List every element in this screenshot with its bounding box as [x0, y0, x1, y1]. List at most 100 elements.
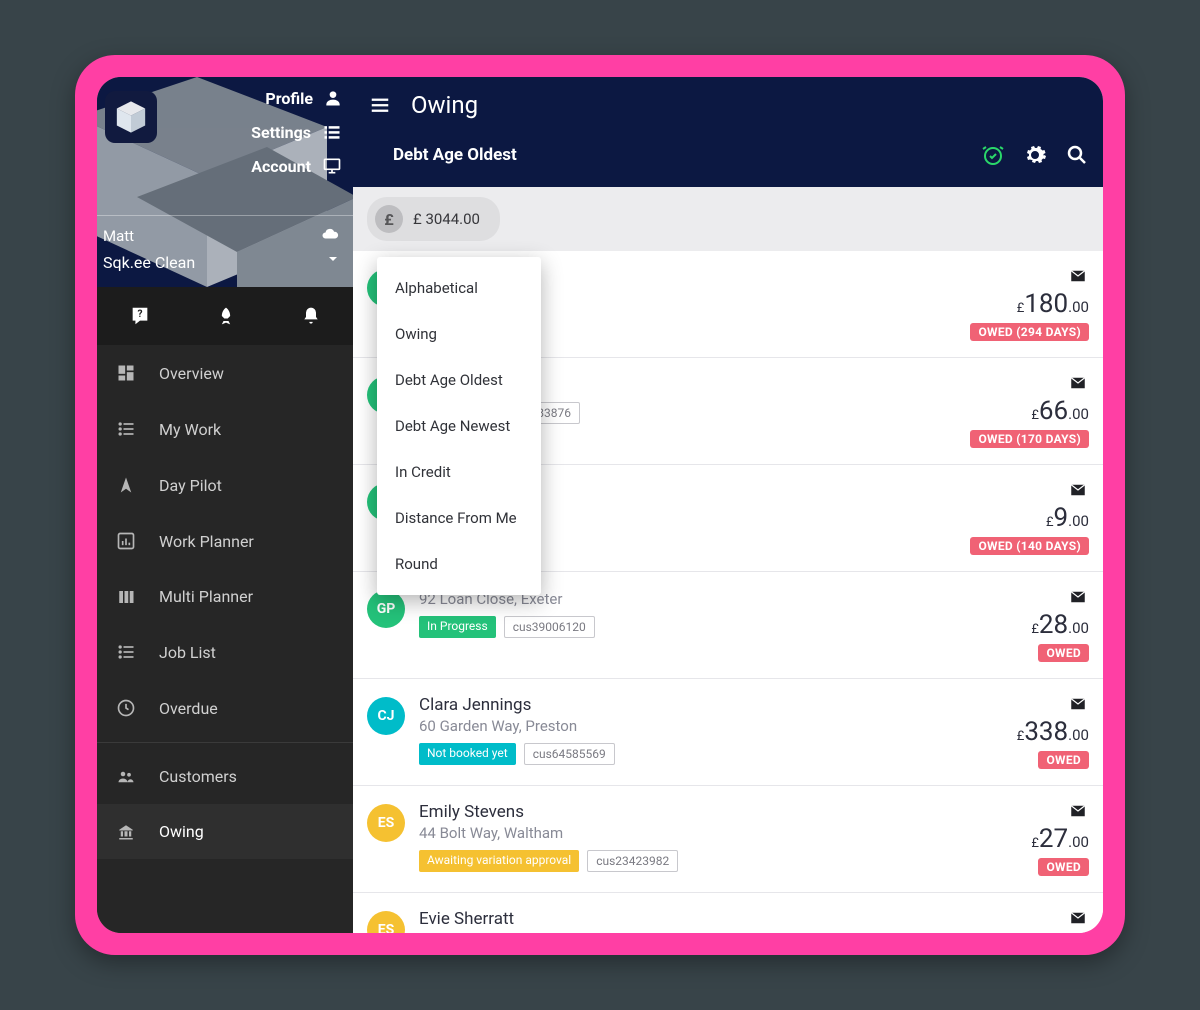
owed-badge: OWED (294 DAYS): [970, 323, 1089, 341]
nav-label: My Work: [159, 420, 221, 439]
sort-option[interactable]: Debt Age Newest: [377, 403, 541, 449]
mail-icon[interactable]: [1067, 909, 1089, 927]
row-main: Emily Stevens44 Bolt Way, WalthamAwaitin…: [419, 802, 935, 872]
customer-row[interactable]: ES Emily Stevens44 Bolt Way, WalthamAwait…: [353, 786, 1103, 893]
search-icon[interactable]: [1065, 143, 1089, 167]
customer-id-tag: cus39006120: [504, 616, 595, 638]
avatar: ES: [367, 804, 405, 842]
help-icon[interactable]: ?: [129, 305, 151, 327]
status-tag: Not booked yet: [419, 743, 516, 765]
alarm-check-icon[interactable]: [981, 143, 1005, 167]
total-amount: £ 3044.00: [413, 210, 480, 228]
customer-id-tag: cus23423982: [587, 850, 678, 872]
nav-label: Work Planner: [159, 532, 254, 551]
mail-icon[interactable]: [1067, 267, 1089, 285]
amount: £28.00: [1031, 610, 1089, 640]
avatar: ES: [367, 911, 405, 933]
customer-address: 93 Chip Square, Luton: [419, 931, 935, 933]
rocket-icon[interactable]: [216, 305, 236, 327]
row-right: £180.00 OWED (294 DAYS): [949, 267, 1089, 341]
topbar: Owing Debt Age Oldest: [353, 77, 1103, 187]
row-right: £9.00 OWED (140 DAYS): [949, 481, 1089, 555]
nav-work-planner[interactable]: Work Planner: [97, 513, 353, 569]
customer-id-tag: cus64585569: [524, 743, 615, 765]
profile-link[interactable]: Profile: [251, 81, 343, 115]
org-name: Sqk.ee Clean: [103, 253, 195, 272]
customer-row[interactable]: ESEvie Sherratt93 Chip Square, LutonAwai…: [353, 893, 1103, 933]
row-main: Clara Jennings60 Garden Way, PrestonNot …: [419, 695, 935, 765]
nav-label: Overdue: [159, 699, 218, 718]
nav-label: Multi Planner: [159, 587, 253, 606]
sort-option[interactable]: Debt Age Oldest: [377, 357, 541, 403]
customer-name: Evie Sherratt: [419, 909, 935, 929]
nav-overview[interactable]: Overview: [97, 345, 353, 401]
nav-multi-planner[interactable]: Multi Planner: [97, 569, 353, 624]
owed-badge: OWED: [1038, 858, 1089, 876]
mail-icon[interactable]: [1067, 374, 1089, 392]
account-label: Account: [251, 157, 311, 176]
sort-dropdown-trigger[interactable]: Debt Age Oldest: [393, 145, 517, 165]
sort-option[interactable]: Round: [377, 541, 541, 587]
nav-label: Day Pilot: [159, 476, 222, 495]
nav-my-work[interactable]: My Work: [97, 401, 353, 457]
amount: £9.00: [1046, 503, 1089, 533]
sort-option[interactable]: In Credit: [377, 449, 541, 495]
pound-icon: £: [375, 205, 403, 233]
nav-overdue[interactable]: Overdue: [97, 680, 353, 736]
total-chip[interactable]: £ £ 3044.00: [367, 197, 500, 241]
amount: £1118.00: [1002, 931, 1089, 933]
row-main: 92 Loan Close, ExeterIn Progresscus39006…: [419, 588, 935, 638]
columns-icon: [115, 588, 137, 606]
gear-icon[interactable]: [1023, 143, 1047, 167]
avatar: GP: [367, 590, 405, 628]
user-name: Matt: [103, 227, 134, 245]
row-main: Evie Sherratt93 Chip Square, LutonAwaiti…: [419, 909, 935, 933]
nav-separator: [97, 742, 353, 743]
bank-icon: [115, 823, 137, 841]
account-link[interactable]: Account: [251, 149, 343, 183]
bell-icon[interactable]: [301, 305, 321, 327]
filter-bar: £ £ 3044.00: [353, 187, 1103, 251]
sort-option[interactable]: Owing: [377, 311, 541, 357]
amount: £180.00: [1017, 289, 1089, 319]
list-icon: [115, 419, 137, 439]
sidebar: Profile Settings Account Matt Sqk.ee Cle…: [97, 77, 353, 933]
mail-icon[interactable]: [1067, 481, 1089, 499]
mail-icon[interactable]: [1067, 802, 1089, 820]
status-tag: In Progress: [419, 616, 496, 638]
settings-label: Settings: [251, 123, 311, 142]
nav-customers[interactable]: Customers: [97, 749, 353, 804]
mail-icon[interactable]: [1067, 588, 1089, 606]
people-icon: [115, 768, 137, 786]
nav-label: Job List: [159, 643, 216, 662]
settings-link[interactable]: Settings: [251, 115, 343, 149]
customer-address: 60 Garden Way, Preston: [419, 717, 935, 735]
sort-option[interactable]: Distance From Me: [377, 495, 541, 541]
nav-label: Customers: [159, 767, 237, 786]
customer-row[interactable]: CJClara Jennings60 Garden Way, PrestonNo…: [353, 679, 1103, 786]
menu-toggle[interactable]: [367, 94, 393, 116]
mail-icon[interactable]: [1067, 695, 1089, 713]
sort-dropdown: AlphabeticalOwingDebt Age OldestDebt Age…: [377, 257, 541, 595]
nav-job-list[interactable]: Job List: [97, 624, 353, 680]
nav-list: Overview My Work Day Pilot Work Planner …: [97, 345, 353, 933]
nav-label: Owing: [159, 822, 204, 841]
cloud-sync-icon[interactable]: [319, 225, 341, 243]
nav-label: Overview: [159, 364, 224, 383]
clock-icon: [115, 698, 137, 718]
owed-badge: OWED: [1038, 644, 1089, 662]
nav-day-pilot[interactable]: Day Pilot: [97, 457, 353, 513]
owed-badge: OWED (170 DAYS): [970, 430, 1089, 448]
svg-text:?: ?: [138, 309, 143, 320]
amount: £66.00: [1031, 396, 1089, 426]
nav-owing[interactable]: Owing: [97, 804, 353, 859]
person-icon: [323, 88, 343, 108]
org-switcher[interactable]: [325, 253, 341, 265]
quick-bar: ?: [97, 287, 353, 345]
owed-badge: OWED (140 DAYS): [970, 537, 1089, 555]
profile-label: Profile: [265, 89, 313, 108]
brand-header: Profile Settings Account Matt Sqk.ee Cle…: [97, 77, 353, 287]
customer-address: 44 Bolt Way, Waltham: [419, 824, 935, 842]
sort-option[interactable]: Alphabetical: [377, 265, 541, 311]
row-right: £28.00 OWED: [949, 588, 1089, 662]
